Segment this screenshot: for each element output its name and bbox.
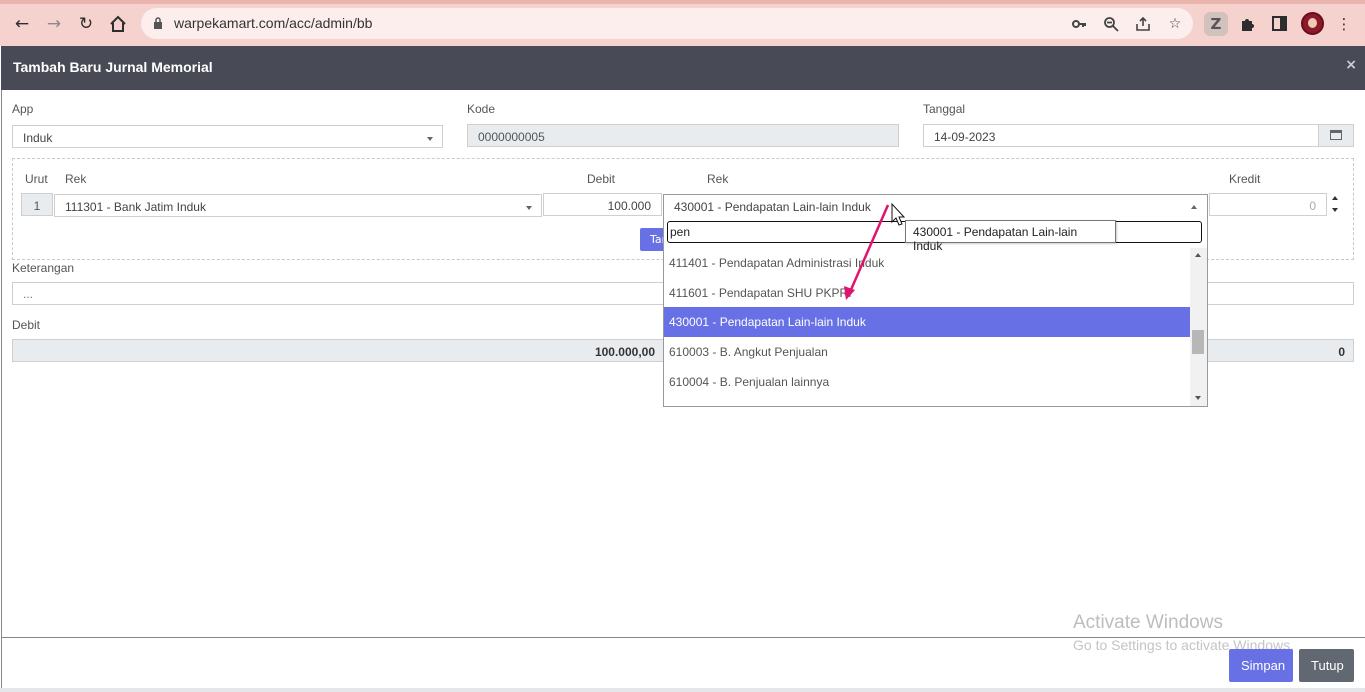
tab-strip <box>0 0 1365 4</box>
dropdown-option-label: 411601 - Pendapatan SHU PKPRI <box>669 286 852 300</box>
tanggal-input[interactable]: 14-09-2023 <box>923 124 1319 147</box>
lock-icon <box>154 17 162 29</box>
annotation-arrow <box>844 202 906 300</box>
tanggal-label: Tanggal <box>923 102 966 116</box>
chevron-down-icon <box>427 137 433 141</box>
app-select-value: Induk <box>23 131 53 145</box>
calendar-icon <box>1330 130 1342 140</box>
browser-toolbar: ← → ↻ warpekamart.com/acc/admin/bb ☆ Z ⋮ <box>0 0 1365 46</box>
tutup-button[interactable]: Tutup <box>1299 649 1354 682</box>
spin-down-icon[interactable] <box>1332 208 1338 212</box>
bookmark-star-icon[interactable]: ☆ <box>1165 14 1185 34</box>
simpan-label: Simpan <box>1241 658 1286 673</box>
dropdown-option[interactable]: 411601 - Pendapatan SHU PKPRI <box>664 278 1190 308</box>
urut-header: Urut <box>25 172 48 186</box>
home-icon[interactable] <box>106 12 130 36</box>
simpan-button[interactable]: Simpan <box>1229 649 1293 682</box>
debit-header: Debit <box>587 172 616 186</box>
hand-cursor-icon <box>891 202 906 226</box>
kode-field: 0000000005 <box>467 124 899 147</box>
dropdown-search-value: pen <box>670 225 691 239</box>
forward-icon[interactable]: → <box>42 12 66 36</box>
url-text: warpekamart.com/acc/admin/bb <box>174 15 373 31</box>
share-icon[interactable] <box>1133 14 1153 34</box>
kredit-header: Kredit <box>1229 172 1261 186</box>
total-kredit-value: 0 <box>1338 345 1345 359</box>
side-panel-icon[interactable] <box>1267 12 1291 36</box>
total-debit-label: Debit <box>12 318 41 332</box>
modal-header: Tambah Baru Jurnal Memorial × <box>1 46 1365 90</box>
taskbar-edge <box>0 688 1365 692</box>
scroll-up-icon[interactable] <box>1195 253 1201 257</box>
dropdown-option[interactable]: 610004 - B. Penjualan lainnya <box>664 367 1190 397</box>
rek-kredit-select[interactable]: 430001 - Pendapatan Lain-lain Induk <box>663 194 1208 217</box>
kredit-value: 0 <box>1309 199 1316 213</box>
dropdown-option-label: 610003 - B. Angkut Penjualan <box>669 345 828 359</box>
app-select[interactable]: Induk <box>12 125 443 148</box>
dropdown-scrollbar[interactable] <box>1190 248 1207 406</box>
kredit-input[interactable]: 0 <box>1209 193 1327 216</box>
dropdown-option-label: 610004 - B. Penjualan lainnya <box>669 375 830 389</box>
address-bar[interactable]: warpekamart.com/acc/admin/bb ☆ <box>141 8 1193 39</box>
rek-kredit-header: Rek <box>707 172 729 186</box>
option-tooltip: 430001 - Pendapatan Lain-lain Induk <box>905 220 1116 253</box>
urut-value: 1 <box>33 199 41 213</box>
spin-up-icon[interactable] <box>1332 196 1338 200</box>
dropdown-scroll-thumb[interactable] <box>1192 330 1204 354</box>
debit-input[interactable]: 100.000 <box>543 193 662 216</box>
rek-debit-select[interactable]: 111301 - Bank Jatim Induk <box>54 194 542 217</box>
dropdown-option[interactable]: 610003 - B. Angkut Penjualan <box>664 337 1190 367</box>
zoom-icon[interactable] <box>1101 14 1121 34</box>
extension-z-icon[interactable]: Z <box>1204 12 1228 36</box>
profile-avatar[interactable] <box>1301 12 1324 35</box>
key-icon[interactable] <box>1069 14 1089 34</box>
chevron-down-icon <box>526 206 532 210</box>
tanggal-value: 14-09-2023 <box>934 130 996 144</box>
dropdown-option-selected[interactable]: 430001 - Pendapatan Lain-lain Induk <box>664 307 1190 337</box>
more-menu-icon[interactable]: ⋮ <box>1332 12 1356 36</box>
activate-windows-title: Activate Windows <box>1073 612 1223 633</box>
back-icon[interactable]: ← <box>10 12 34 36</box>
scroll-down-icon[interactable] <box>1195 396 1201 400</box>
urut-field: 1 <box>21 193 53 216</box>
close-icon[interactable]: × <box>1345 57 1357 73</box>
tutup-label: Tutup <box>1311 658 1344 673</box>
kode-value: 0000000005 <box>478 130 545 144</box>
total-kredit-field: 0 <box>1200 339 1354 362</box>
rek-debit-value: 111301 - Bank Jatim Induk <box>65 200 206 214</box>
kode-label: Kode <box>467 102 496 116</box>
app-label: App <box>12 102 34 116</box>
debit-value: 100.000 <box>607 199 651 213</box>
rek-debit-header: Rek <box>65 172 87 186</box>
keterangan-label: Keterangan <box>12 261 75 275</box>
chevron-up-icon <box>1191 205 1197 209</box>
dropdown-option-label: 430001 - Pendapatan Lain-lain Induk <box>669 315 866 329</box>
reload-icon[interactable]: ↻ <box>74 12 98 36</box>
extensions-puzzle-icon[interactable] <box>1235 12 1259 36</box>
total-debit-value: 100.000,00 <box>594 345 655 359</box>
total-debit-field: 100.000,00 <box>12 339 664 362</box>
modal-title: Tambah Baru Jurnal Memorial <box>13 59 213 75</box>
